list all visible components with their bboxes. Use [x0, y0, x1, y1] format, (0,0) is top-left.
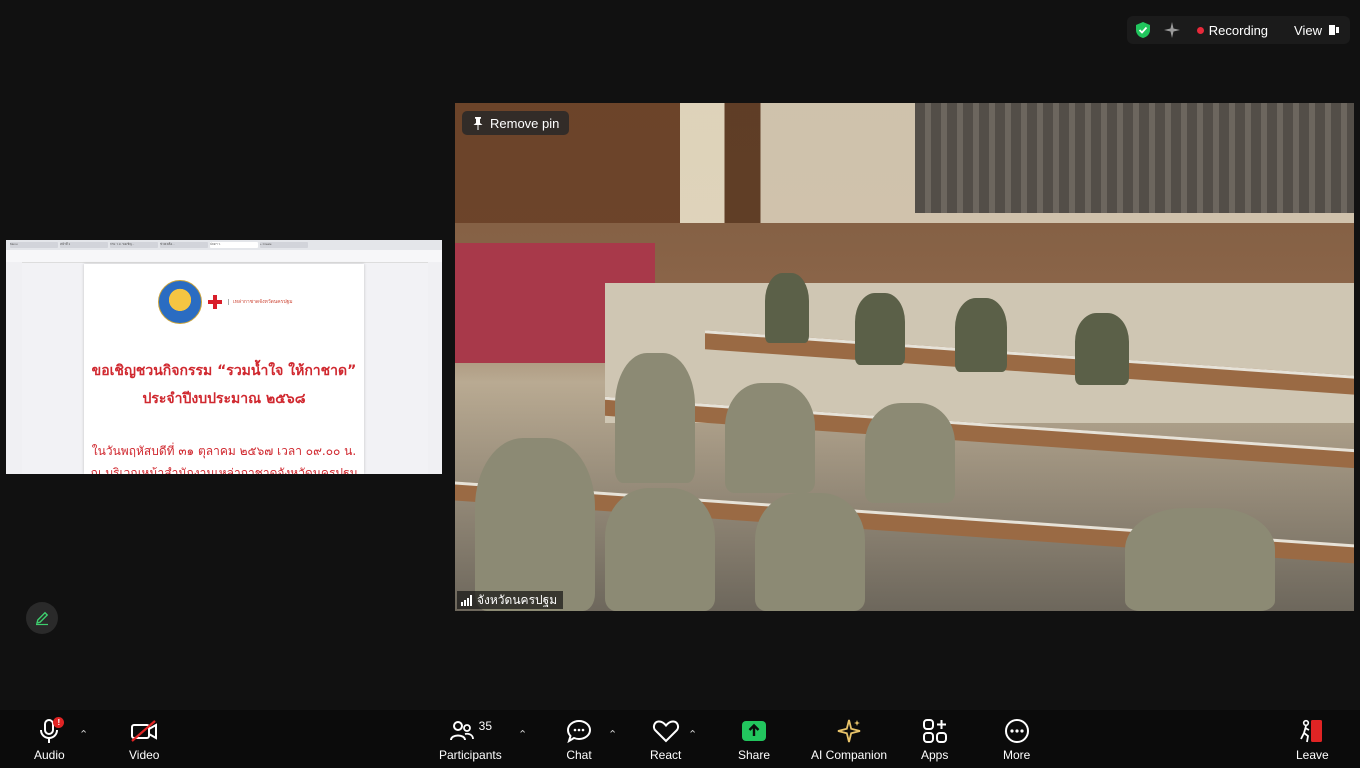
pdf-left-tool-rail	[6, 262, 22, 474]
ai-sparkle-icon[interactable]	[1163, 21, 1181, 39]
participants-icon	[449, 720, 475, 742]
browser-tab: ช่วยเหลือ...	[160, 242, 208, 248]
heart-icon	[652, 716, 680, 746]
video-attendee	[615, 353, 695, 483]
participants-button[interactable]: 35 Participants	[439, 716, 502, 762]
chat-icon	[566, 716, 592, 746]
chat-options-chevron-icon[interactable]: ⌃	[608, 728, 617, 741]
video-off-icon	[129, 716, 159, 746]
participants-label: Participants	[439, 748, 502, 762]
pdf-viewer-toolbar	[6, 250, 442, 263]
pdf-right-tool-rail	[428, 262, 442, 474]
browser-tab: + Create	[260, 242, 308, 248]
video-attendee	[1125, 508, 1275, 611]
view-button[interactable]: View	[1294, 23, 1340, 38]
video-label: Video	[129, 748, 160, 762]
audio-alert-badge: !	[53, 717, 65, 728]
signal-strength-icon	[461, 594, 472, 606]
meeting-toolbar: ! Audio ⌃ Video 35 Participants ⌃ Chat ⌃…	[0, 710, 1360, 768]
video-room-curtains	[915, 103, 1354, 213]
video-button[interactable]: Video	[129, 716, 159, 762]
participants-count: 35	[478, 719, 493, 733]
browser-tab: หน้าที่ 1	[60, 242, 108, 248]
pinned-video-tile[interactable]: Remove pin จังหวัดนครปฐม	[455, 103, 1354, 611]
participants-icon-group: 35	[449, 716, 492, 746]
ai-companion-sparkle-icon	[836, 716, 862, 746]
pencil-icon	[34, 610, 50, 626]
video-attendee	[765, 273, 809, 343]
participant-name: จังหวัดนครปฐม	[477, 592, 558, 607]
browser-tab-strip: Menu หน้าที่ 1 กรม ว.ม. ขอเชิญ... ช่วยเห…	[6, 240, 442, 250]
remove-pin-label: Remove pin	[490, 115, 560, 131]
more-button[interactable]: More	[1003, 716, 1030, 762]
video-attendee	[475, 438, 595, 611]
chat-label: Chat	[566, 748, 592, 762]
document-title-line2: ประจำปีงบประมาณ ๒๕๖๘	[142, 391, 306, 407]
apps-icon	[922, 716, 948, 746]
chat-button[interactable]: Chat	[566, 716, 592, 762]
share-screen-icon	[741, 716, 767, 746]
pin-icon	[472, 116, 484, 130]
browser-tab: ปลดฯ ว.	[210, 242, 258, 248]
leave-label: Leave	[1296, 748, 1329, 762]
red-cross-icon	[208, 295, 222, 309]
audio-label: Audio	[34, 748, 65, 762]
leave-door-icon	[1299, 716, 1325, 746]
annotate-button[interactable]	[26, 602, 58, 634]
video-attendee	[755, 493, 865, 611]
org-name: เหล่ากาชาดจังหวัดนครปฐม	[228, 299, 293, 305]
provincial-seal-logo	[158, 280, 202, 324]
recording-label: Recording	[1208, 22, 1269, 38]
recording-indicator[interactable]: Recording	[1196, 22, 1269, 38]
encryption-shield-icon[interactable]	[1135, 21, 1151, 39]
invitation-document-page: เหล่ากาชาดจังหวัดนครปฐม ขอเชิญชวนกิจกรรม…	[84, 264, 364, 474]
video-attendee	[855, 293, 905, 365]
react-label: React	[650, 748, 682, 762]
video-attendee	[955, 298, 1007, 372]
browser-tab: กรม ว.ม. ขอเชิญ...	[110, 242, 158, 248]
react-button[interactable]: React	[650, 716, 681, 762]
video-attendee	[605, 488, 715, 611]
document-place-line: ณ บริเวณหน้าสำนักงานเหล่ากาชาดจังหวัดนคร…	[90, 466, 358, 474]
video-attendee	[1075, 313, 1129, 385]
microphone-icon: !	[37, 716, 65, 746]
share-button[interactable]: Share	[738, 716, 770, 762]
document-date-line: ในวันพฤหัสบดีที่ ๓๑ ตุลาคม ๒๕๖๗ เวลา ๐๙.…	[91, 444, 357, 458]
meeting-status-bar: Recording View	[1126, 16, 1350, 44]
more-label: More	[1003, 748, 1031, 762]
ai-companion-label: AI Companion	[811, 748, 888, 762]
participants-options-chevron-icon[interactable]: ⌃	[518, 728, 527, 741]
view-label: View	[1294, 22, 1322, 38]
shared-screen-thumbnail[interactable]: Menu หน้าที่ 1 กรม ว.ม. ขอเชิญ... ช่วยเห…	[6, 240, 442, 474]
audio-options-chevron-icon[interactable]: ⌃	[79, 728, 88, 741]
more-dots-icon	[1004, 716, 1030, 746]
share-label: Share	[738, 748, 771, 762]
recording-dot-icon	[1196, 26, 1204, 34]
apps-label: Apps	[921, 748, 949, 762]
apps-button[interactable]: Apps	[921, 716, 948, 762]
video-attendee	[725, 383, 815, 493]
leave-button[interactable]: Leave	[1296, 716, 1329, 762]
view-layout-icon	[1328, 24, 1340, 36]
remove-pin-button[interactable]: Remove pin	[462, 111, 570, 135]
video-attendee	[865, 403, 955, 503]
document-title-line1: ขอเชิญชวนกิจกรรม “รวมน้ำใจ ให้กาชาด”	[91, 363, 357, 379]
ai-companion-button[interactable]: AI Companion	[811, 716, 887, 762]
document-logo-row: เหล่ากาชาดจังหวัดนครปฐม	[158, 280, 293, 324]
participant-name-tag: จังหวัดนครปฐม	[457, 591, 564, 609]
browser-tab: Menu	[10, 242, 58, 248]
react-options-chevron-icon[interactable]: ⌃	[688, 728, 697, 741]
audio-button[interactable]: ! Audio	[34, 716, 65, 762]
